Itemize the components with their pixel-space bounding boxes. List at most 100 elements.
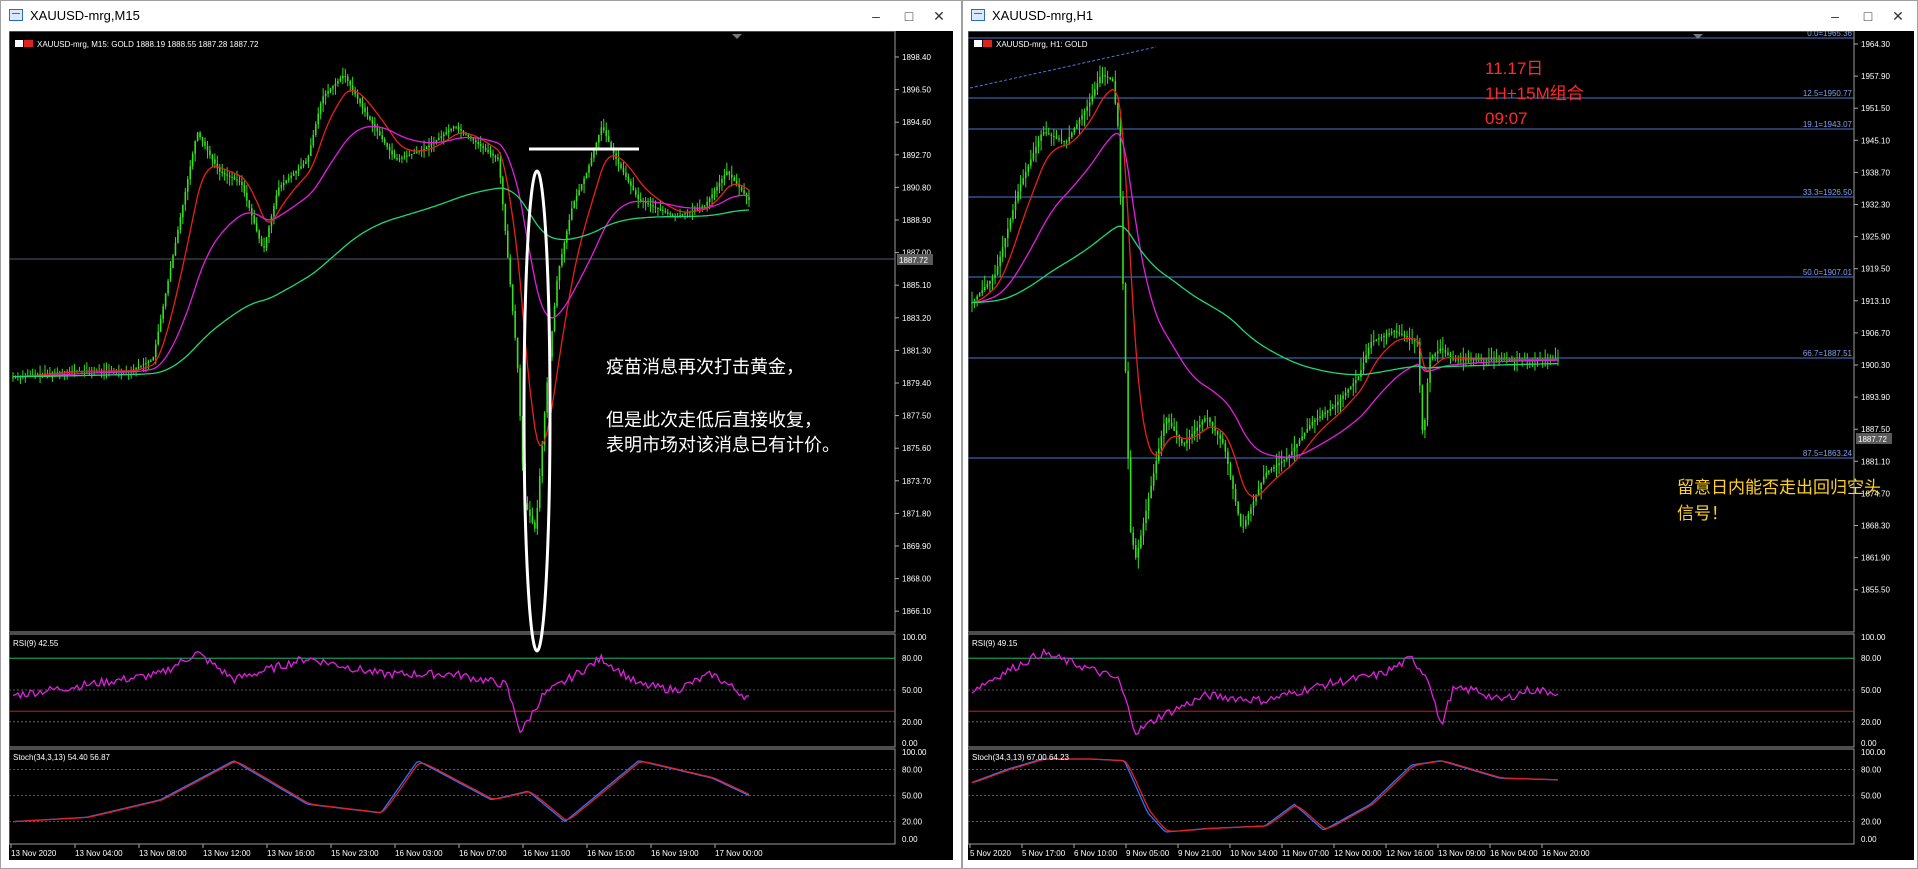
current-price-label: 1887.72 [899,256,928,265]
time-tick-label: 5 Nov 17:00 [1022,849,1066,858]
time-tick-label: 5 Nov 2020 [970,849,1011,858]
candle-body [371,120,374,124]
price-tick-label: 1868.00 [902,575,931,584]
candle-body [135,368,137,370]
title-bar[interactable]: XAUUSD-mrg,M15 – □ ✕ [1,1,961,31]
candle-body [174,242,177,256]
candle-body [1260,482,1262,490]
close-button[interactable]: ✕ [1878,1,1918,31]
candle-body [246,192,248,201]
price-tick-label: 1893.90 [1861,393,1890,402]
candle-body [632,185,635,191]
candle-body [194,141,196,154]
fib-level-label: 12.5=1950.77 [1803,89,1853,98]
candle-body [1383,335,1385,338]
candle-body [1434,353,1436,357]
candle-body [1078,119,1081,124]
price-tick-label: 1887.50 [1861,425,1890,434]
candle-body [1193,430,1196,434]
candle-body [236,179,238,181]
candle-body [1063,140,1065,143]
rsi-tick-label: 100.00 [902,633,927,642]
candle-body [726,171,728,176]
fib-level-label: 0.0=1965.36 [1807,31,1852,38]
candle-body [1367,347,1370,356]
candle-body [529,509,531,516]
candle-body [1344,392,1347,396]
candle-body [255,223,258,231]
fib-level-label: 33.3=1926.50 [1803,188,1853,197]
price-tick-label: 1888.90 [902,216,931,225]
price-tick-label: 1951.50 [1861,104,1890,113]
candle-body [1321,414,1324,417]
candle-body [1457,359,1460,361]
candle-body [509,257,512,285]
candle-body [1175,430,1178,435]
fib-level-label: 19.1=1943.07 [1803,120,1853,129]
candle-body [196,132,199,142]
candle-body [295,170,297,174]
price-tick-label: 1892.70 [902,151,931,160]
close-button[interactable]: ✕ [919,1,959,31]
chart-svg[interactable]: 0.0=1965.36 12.5=1950.77 19.1=1943.07 33.3=… [968,31,1914,860]
candle-body [1129,458,1132,533]
time-tick-label: 16 Nov 15:00 [587,849,635,858]
candle-body [1181,439,1183,444]
candle-body [317,113,320,125]
candle-body [568,219,571,232]
chart-canvas[interactable]: 1898.40 1896.50 1894.60 1892.70 1890.80 1888.… [9,31,953,860]
candle-body [639,199,642,201]
candle-body [1106,76,1109,78]
candle-body [1104,75,1106,77]
candle-body [1096,83,1099,90]
chart-window-h1[interactable]: XAUUSD-mrg,H1 – □ ✕ 0.0=1965.36 12.5=1950… [962,0,1918,869]
candle-body [152,357,155,361]
candle-body [497,157,499,160]
candle-body [684,213,686,215]
candle-body [1298,440,1301,444]
price-tick-label: 1906.70 [1861,329,1890,338]
price-tick-label: 1881.30 [902,346,931,355]
candle-body [511,284,514,312]
candle-body [292,173,295,176]
candle-body [1262,476,1265,483]
candle-body [1088,101,1091,107]
candle-body [396,158,398,160]
chart-window-m15[interactable]: XAUUSD-mrg,M15 – □ ✕ 1898.40 1896.50 1894.… [0,0,962,869]
candle-body [1245,520,1247,527]
candle-body [657,207,659,209]
candle-body [649,204,652,206]
candle-body [268,226,270,238]
candle-body [593,150,595,158]
candle-body [275,195,278,206]
candle-body [310,145,312,156]
chart-canvas[interactable]: 0.0=1965.36 12.5=1950.77 19.1=1943.07 33.3=… [968,31,1914,860]
note-date: 11.17日 [1485,59,1543,78]
candle-body [538,476,541,508]
candle-body [1465,359,1467,361]
window-title: XAUUSD-mrg,H1 [992,8,1094,23]
candle-body [1086,106,1088,111]
candle-body [273,205,275,217]
candle-body [983,286,986,291]
candle-body [536,507,539,529]
chart-svg[interactable]: 1898.40 1896.50 1894.60 1892.70 1890.80 1888.… [9,31,953,860]
price-tick-label: 1925.90 [1861,233,1890,242]
candle-body [248,200,251,209]
candle-body [583,178,585,185]
candle-body [381,135,384,140]
candle-body [1163,423,1165,437]
title-bar[interactable]: XAUUSD-mrg,H1 – □ ✕ [963,1,1917,31]
candle-body [1247,513,1250,521]
candle-body [1091,95,1094,102]
candle-body [472,138,475,141]
candle-body [1165,418,1168,424]
candle-body [748,196,750,200]
candle-body [172,255,174,269]
price-tick-label: 1890.80 [902,183,931,192]
candle-body [514,311,516,338]
price-tick-label: 1871.80 [902,509,931,518]
price-tick-label: 1945.10 [1861,136,1890,145]
candle-body [1209,418,1211,423]
chart-flag-icon [983,40,992,47]
